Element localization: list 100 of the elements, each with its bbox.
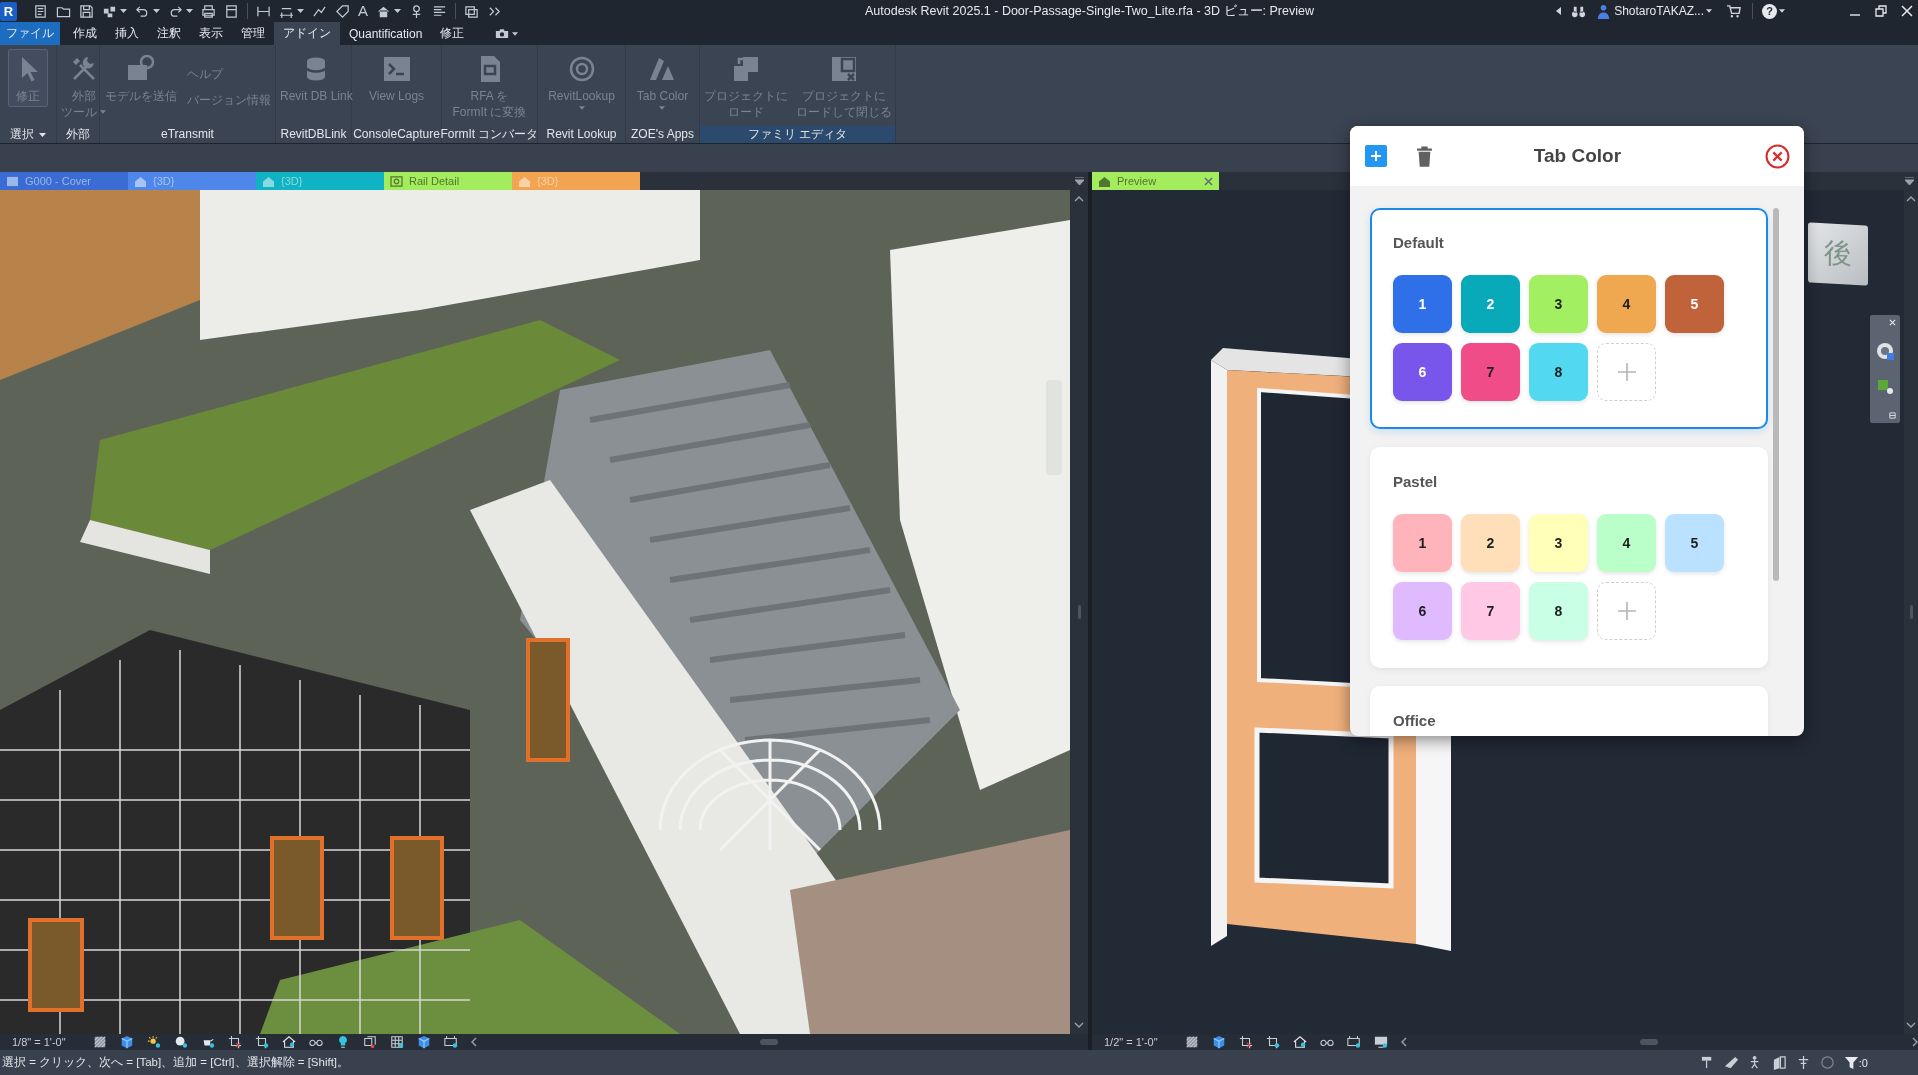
add-palette-button[interactable] [1365,145,1387,167]
save-icon[interactable] [79,3,94,19]
monitor-icon[interactable] [1373,1035,1388,1049]
color-swatch[interactable]: 5 [1665,514,1724,572]
menu-tab[interactable]: 表示 [190,22,232,45]
color-swatch[interactable]: 3 [1529,514,1588,572]
view-scale-button[interactable]: 1/2" = 1'-0" [1104,1036,1158,1048]
color-swatch[interactable]: 4 [1597,275,1656,333]
view-tab[interactable]: Rail Detail [384,172,512,190]
add-color-button[interactable] [1597,343,1656,401]
document-icon[interactable] [33,3,48,19]
hatch-icon[interactable] [92,1035,107,1049]
menu-tab[interactable]: 挿入 [106,22,148,45]
list-icon[interactable] [432,3,447,19]
menu-tab[interactable]: 注釈 [148,22,190,45]
crop-icon[interactable] [227,1035,242,1049]
crop-icon[interactable] [1238,1035,1253,1049]
add-color-button[interactable] [1597,582,1656,640]
color-swatch[interactable]: 1 [1393,275,1452,333]
color-swatch[interactable]: 6 [1393,343,1452,401]
color-swatch[interactable]: 1 [1393,514,1452,572]
scroll-up-icon[interactable] [1074,196,1084,202]
menu-tab[interactable]: ファイル [0,22,60,45]
user-icon[interactable] [1596,3,1612,19]
color-swatch[interactable]: 2 [1461,514,1520,572]
color-swatch[interactable]: 7 [1461,582,1520,640]
wedge-icon[interactable] [1723,1055,1739,1070]
hatch-icon[interactable] [1184,1035,1199,1049]
text-tool-button[interactable]: A [358,3,368,19]
scroll-left-icon[interactable] [470,1037,477,1047]
caret-left-icon[interactable] [1556,7,1562,15]
menu-tab[interactable]: 修正 [431,22,474,45]
frame-icon[interactable] [443,1035,458,1049]
scrollbar-thumb[interactable] [1077,605,1081,619]
menu-tab[interactable]: Quantification [340,22,432,45]
window-title: Autodesk Revit 2025.1 - Door-Passage-Single-Two_Lite.rfa - 3D ビュー: Preview [865,2,1314,20]
palette-card[interactable]: Default 1 2 3 4 5 6 7 8 [1370,208,1768,429]
view-scale-button[interactable]: 1/8" = 1'-0" [12,1036,66,1048]
restore-icon[interactable] [1875,5,1887,17]
grid-icon[interactable] [389,1035,404,1049]
scroll-down-icon[interactable] [1074,1022,1084,1028]
view-tab[interactable]: Preview [1092,172,1219,190]
filter-icon[interactable] [1843,1055,1859,1070]
cube-icon[interactable] [119,1035,134,1049]
palette-card[interactable]: Office [1370,686,1768,736]
caret-icon[interactable] [120,9,127,13]
crop-icon[interactable] [1265,1035,1280,1049]
color-swatch[interactable]: 8 [1529,343,1588,401]
sun-icon[interactable] [146,1035,161,1049]
tab-list-icon[interactable] [1075,177,1084,185]
palette-card[interactable]: Pastel 1 2 3 4 5 6 7 8 [1370,447,1768,668]
menu-tab[interactable]: 作成 [64,22,106,45]
cube-icon[interactable] [1211,1035,1226,1049]
windows-icon[interactable] [464,3,479,19]
house-icon[interactable] [1292,1035,1307,1049]
scrollbar-thumb[interactable] [759,1039,778,1045]
caret-icon[interactable] [394,9,401,13]
wall-icon[interactable] [1771,1055,1787,1070]
ring-icon[interactable] [1819,1055,1835,1070]
caret-icon[interactable] [153,9,160,13]
menu-tab[interactable]: アドイン [274,22,340,45]
layers-icon[interactable] [362,1035,377,1049]
caret-icon[interactable] [297,9,304,13]
color-swatch[interactable]: 7 [1461,343,1520,401]
house-icon [262,175,275,187]
house-icon[interactable] [281,1035,296,1049]
ribbon-panel-label[interactable]: 選択 [0,126,56,143]
scroll-left-icon[interactable] [1400,1037,1407,1047]
cart-icon[interactable] [1726,3,1741,19]
print-icon[interactable] [201,3,216,19]
color-swatch[interactable]: 8 [1529,582,1588,640]
crop-icon[interactable] [254,1035,269,1049]
camera-icon[interactable] [495,28,510,39]
scrollbar-thumb[interactable] [1639,1039,1658,1045]
scroll-down-icon[interactable] [1906,1022,1916,1028]
wheel-icon[interactable] [1875,341,1895,362]
frame-icon[interactable] [1346,1035,1361,1049]
scrollbar-thumb[interactable] [1909,605,1913,619]
menu-tab[interactable]: 管理 [232,22,274,45]
caret-icon[interactable] [1779,9,1785,13]
cube-icon[interactable] [416,1035,431,1049]
trash-icon[interactable] [1416,145,1433,167]
color-swatch[interactable]: 4 [1597,514,1656,572]
caret-icon[interactable] [512,31,519,36]
tag-icon[interactable] [335,3,350,19]
color-swatch[interactable]: 6 [1393,582,1452,640]
scrollbar-thumb[interactable] [1773,208,1779,581]
caret-icon[interactable] [39,132,46,137]
color-swatch[interactable]: 3 [1529,275,1588,333]
app-logo[interactable]: R [0,1,17,21]
color-swatch[interactable]: 5 [1665,275,1724,333]
user-name[interactable]: ShotaroTAKAZ... [1614,4,1704,18]
sheet-icon[interactable] [224,3,239,19]
caret-icon[interactable] [1706,9,1712,13]
help-button[interactable]: ? [1762,3,1777,19]
scroll-right-icon[interactable] [1912,1037,1918,1047]
expand-icon[interactable] [1889,412,1896,419]
scroll-up-icon[interactable] [1906,196,1916,202]
caret-icon[interactable] [186,9,193,13]
tab-list-icon[interactable] [1905,177,1914,185]
